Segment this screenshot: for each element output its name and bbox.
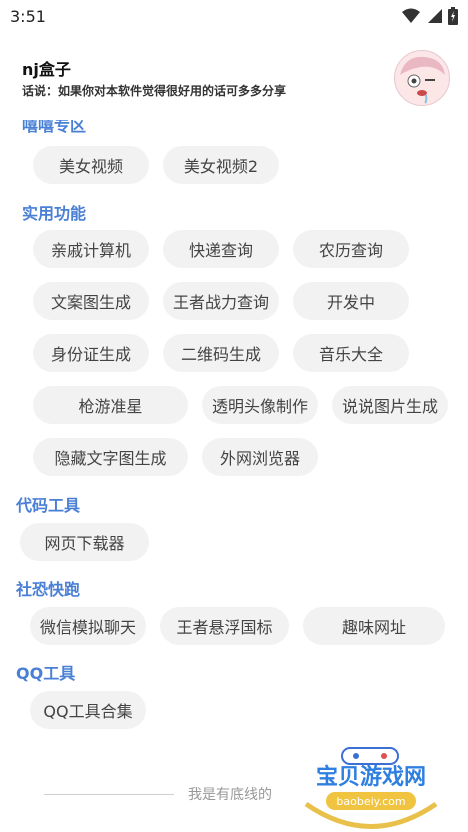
tool-button[interactable]: 王者悬浮国标 bbox=[160, 607, 289, 645]
tool-button[interactable]: 美女视频 bbox=[33, 146, 149, 184]
svg-text:baobeiy.com: baobeiy.com bbox=[336, 795, 405, 808]
svg-text:宝贝游戏网: 宝贝游戏网 bbox=[316, 764, 426, 790]
tool-button[interactable]: 透明头像制作 bbox=[202, 386, 318, 424]
app-subtitle: 话说：如果你对本软件觉得很好用的话可多多分享 bbox=[22, 84, 287, 98]
tool-button[interactable]: 王者战力查询 bbox=[163, 282, 279, 320]
footer-text: 我是有底线的 bbox=[188, 787, 272, 803]
avatar[interactable] bbox=[394, 50, 450, 106]
tool-button[interactable]: 说说图片生成 bbox=[332, 386, 448, 424]
app-title: nj盒子 bbox=[22, 60, 71, 79]
tool-button[interactable]: 开发中 bbox=[293, 282, 409, 320]
tool-button[interactable]: 农历查询 bbox=[293, 230, 409, 268]
tool-button[interactable]: 枪游准星 bbox=[33, 386, 188, 424]
tool-button[interactable]: 文案图生成 bbox=[33, 282, 149, 320]
tool-button[interactable]: 亲戚计算机 bbox=[33, 230, 149, 268]
status-bar: 3:51 bbox=[0, 0, 468, 32]
section-title-special: 嘻嘻专区 bbox=[22, 120, 87, 135]
tool-button[interactable]: 身份证生成 bbox=[33, 334, 149, 372]
tool-button[interactable]: 快递查询 bbox=[163, 230, 279, 268]
avatar-face-icon bbox=[400, 56, 445, 104]
section-title-code: 代码工具 bbox=[16, 496, 81, 515]
status-time: 3:51 bbox=[10, 6, 46, 26]
tool-button[interactable]: 美女视频2 bbox=[163, 146, 279, 184]
tool-button[interactable]: 二维码生成 bbox=[163, 334, 279, 372]
app-header: nj盒子 话说：如果你对本软件觉得很好用的话可多多分享 bbox=[0, 42, 468, 120]
tool-button[interactable]: 微信模拟聊天 bbox=[30, 607, 146, 645]
battery-icon bbox=[448, 7, 458, 25]
wifi-icon bbox=[402, 8, 420, 23]
signal-icon bbox=[428, 9, 442, 23]
watermark-logo: 宝贝游戏网 baobeiy.com bbox=[304, 747, 438, 829]
section-title-practical: 实用功能 bbox=[22, 204, 87, 223]
tool-button[interactable]: 趣味网址 bbox=[303, 607, 445, 645]
footer-divider bbox=[44, 794, 174, 795]
section-title-social: 社恐快跑 bbox=[16, 580, 81, 599]
section-title-qq: QQ工具 bbox=[16, 664, 76, 683]
content-area[interactable]: 嘻嘻专区 美女视频 美女视频2 实用功能 亲戚计算机 快递查询 农历查询 文案图… bbox=[0, 120, 468, 832]
tool-button[interactable]: 外网浏览器 bbox=[202, 438, 318, 476]
tool-button[interactable]: QQ工具合集 bbox=[30, 691, 146, 729]
tool-button[interactable]: 隐藏文字图生成 bbox=[33, 438, 188, 476]
tool-button[interactable]: 音乐大全 bbox=[293, 334, 409, 372]
status-icons bbox=[402, 7, 458, 25]
tool-button[interactable]: 网页下载器 bbox=[20, 523, 149, 561]
